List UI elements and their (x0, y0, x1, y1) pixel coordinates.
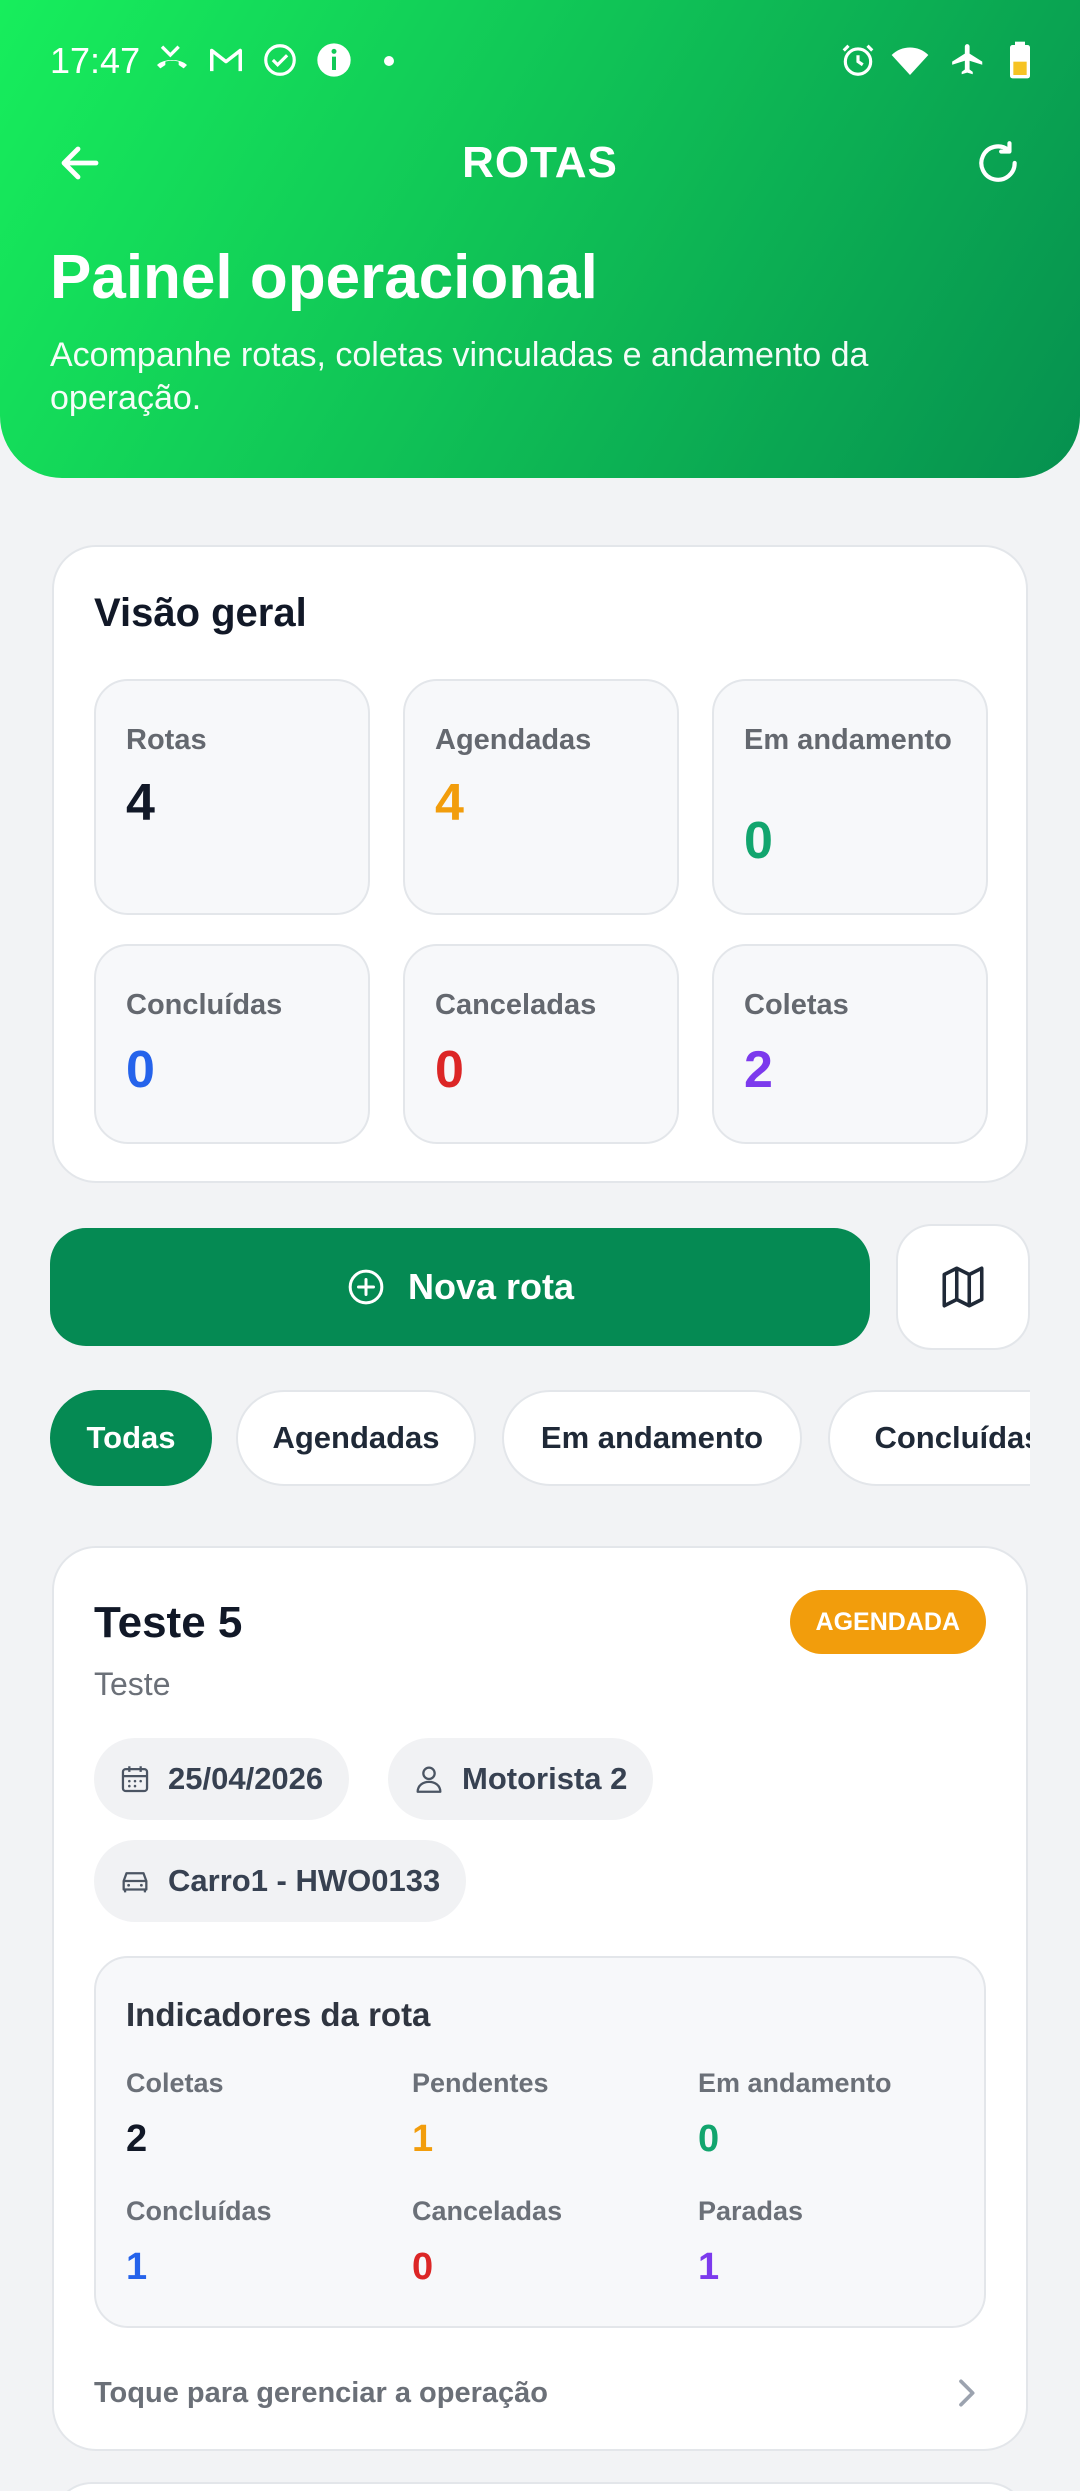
filter-chips: Todas Agendadas Em andamento Concluídas (50, 1390, 1030, 1488)
filter-chip-em-andamento[interactable]: Em andamento (502, 1390, 802, 1486)
chevron-right-icon (959, 2379, 975, 2407)
route-driver: Motorista 2 (462, 1761, 628, 1796)
filter-chip-agendadas[interactable]: Agendadas (236, 1390, 476, 1486)
indicator-label: Canceladas (412, 2196, 563, 2226)
overview-card: Visão geral Rotas 4 Agendadas 4 Em andam… (52, 545, 1028, 1183)
stat-label: Coletas (744, 989, 849, 1021)
route-date-pill: 25/04/2026 (94, 1738, 350, 1820)
stat-value: 4 (126, 774, 155, 832)
stat-label: Concluídas (126, 989, 283, 1021)
indicator-label: Coletas (126, 2068, 224, 2098)
battery-icon (1000, 40, 1040, 80)
stat-card-rotas[interactable]: Rotas 4 (94, 679, 370, 915)
route-indicators: Indicadores da rota Coletas 2 Pendentes … (94, 1956, 986, 2328)
stat-label: Em andamento (744, 724, 952, 756)
manage-operation-link[interactable]: Toque para gerenciar a operação (94, 2368, 986, 2418)
stat-card-coletas[interactable]: Coletas 2 (712, 944, 988, 1144)
indicators-title: Indicadores da rota (126, 1996, 431, 2033)
stat-value: 0 (126, 1041, 155, 1099)
route-driver-pill: Motorista 2 (388, 1738, 654, 1820)
indicator-value: 1 (412, 2118, 434, 2160)
indicator-label: Pendentes (412, 2068, 549, 2098)
gmail-icon (206, 40, 246, 80)
route-description: Teste (94, 1666, 171, 1702)
filter-chip-todas[interactable]: Todas (50, 1390, 212, 1486)
status-bar: 17:47 (0, 0, 1080, 125)
status-badge: AGENDADA (789, 1590, 986, 1654)
indicator-value: 1 (126, 2246, 148, 2288)
status-time: 17:47 (50, 40, 141, 81)
indicator-label: Concluídas (126, 2196, 272, 2226)
filter-chip-concluidas[interactable]: Concluídas (828, 1390, 1030, 1486)
stat-value: 4 (435, 774, 464, 832)
stat-card-agendadas[interactable]: Agendadas 4 (403, 679, 679, 915)
new-route-label: Nova rota (407, 1266, 575, 1307)
refresh-button[interactable] (970, 135, 1026, 191)
indicator-value: 0 (412, 2246, 434, 2288)
stat-value: 0 (744, 812, 773, 870)
route-name: Teste 5 (94, 1598, 243, 1647)
wifi-icon (890, 40, 930, 80)
user-icon (416, 1766, 442, 1793)
stat-card-canceladas[interactable]: Canceladas 0 (403, 944, 679, 1144)
stat-card-em-andamento[interactable]: Em andamento 0 (712, 679, 988, 915)
refresh-icon (979, 141, 1017, 182)
manage-operation-label: Toque para gerenciar a operação (94, 2376, 548, 2409)
info-icon (314, 40, 354, 80)
car-icon (122, 1872, 148, 1893)
calendar-icon (121, 1766, 149, 1793)
route-card[interactable]: Teste 5 AGENDADA Teste 25/04/2026 Motori… (52, 1546, 1028, 2451)
airplane-icon (948, 40, 988, 80)
map-icon (942, 1266, 984, 1308)
missed-call-icon (152, 40, 192, 80)
route-date: 25/04/2026 (168, 1761, 324, 1796)
route-vehicle: Carro1 - HWO0133 (168, 1863, 441, 1898)
stat-label: Agendadas (435, 724, 592, 756)
route-vehicle-pill: Carro1 - HWO0133 (94, 1840, 467, 1922)
indicator-value: 1 (698, 2246, 720, 2288)
stat-card-concluidas[interactable]: Concluídas 0 (94, 944, 370, 1144)
stat-value: 0 (435, 1041, 464, 1099)
header: 17:47 ROTAS Painel operacional Acompanhe… (0, 0, 1080, 478)
stat-label: Rotas (126, 724, 207, 756)
overview-title: Visão geral (94, 591, 307, 635)
alarm-icon (838, 40, 878, 80)
indicator-value: 0 (698, 2118, 720, 2160)
next-route-card[interactable] (52, 2482, 1028, 2491)
hero-title: Painel operacional (50, 243, 598, 312)
page-title: ROTAS (462, 138, 618, 187)
map-button[interactable] (896, 1224, 1030, 1350)
indicator-label: Paradas (698, 2196, 804, 2226)
plus-circle-icon (348, 1269, 384, 1305)
stat-value: 2 (744, 1041, 773, 1099)
back-button[interactable] (52, 135, 108, 191)
stat-label: Canceladas (435, 989, 597, 1021)
arrow-left-icon (61, 146, 99, 180)
indicator-value: 2 (126, 2118, 148, 2160)
dot-icon (384, 56, 394, 66)
hero-subtitle: Acompanhe rotas, coletas vinculadas e an… (50, 336, 869, 417)
new-route-button[interactable]: Nova rota (50, 1228, 870, 1346)
check-circle-icon (260, 40, 300, 80)
indicator-label: Em andamento (698, 2068, 892, 2098)
